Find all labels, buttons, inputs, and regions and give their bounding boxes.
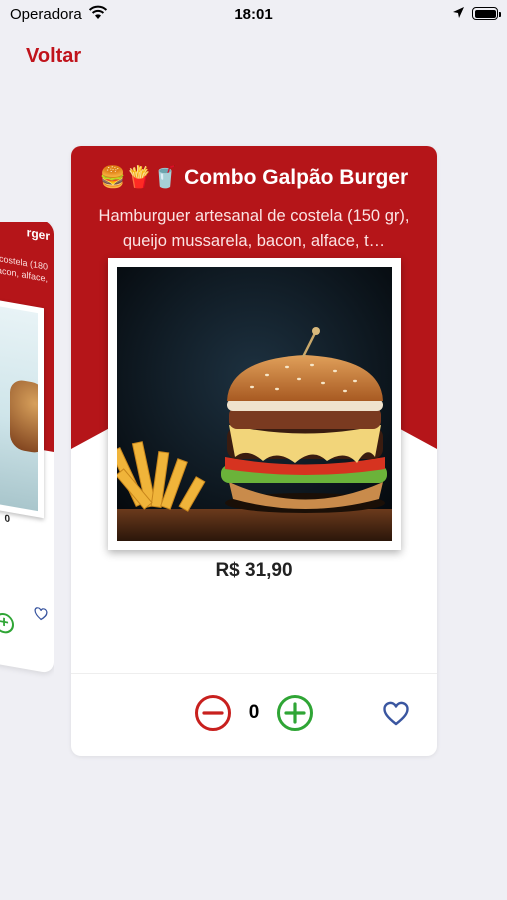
product-photo-frame [108, 258, 401, 550]
side-card-plus-icon[interactable]: + [0, 611, 14, 635]
side-card-price: 0 [4, 513, 10, 526]
divider [71, 673, 437, 674]
side-card-heart-icon[interactable] [34, 606, 48, 621]
status-bar: Operadora 18:01 [0, 0, 507, 30]
clock: 18:01 [234, 6, 273, 23]
plus-circle-icon[interactable] [276, 694, 314, 732]
previous-product-card[interactable]: rger e costela (180 bacon, alface, 0 + [0, 222, 54, 682]
product-description: Hamburguer artesanal de costela (150 gr)… [98, 207, 410, 250]
product-title: 🍔🍟🥤 Combo Galpão Burger [99, 166, 409, 189]
side-card-photo [0, 287, 44, 519]
minus-circle-icon[interactable] [194, 694, 232, 732]
location-arrow-icon [452, 6, 465, 24]
back-button[interactable]: Voltar [26, 45, 81, 68]
product-price: R$ 31,90 [215, 560, 293, 581]
quantity-value: 0 [248, 702, 260, 723]
burger-image [117, 267, 392, 541]
heart-outline-icon[interactable] [382, 701, 410, 727]
battery-icon [472, 7, 501, 20]
product-card: 🍔🍟🥤 Combo Galpão Burger Hamburguer artes… [71, 146, 437, 756]
